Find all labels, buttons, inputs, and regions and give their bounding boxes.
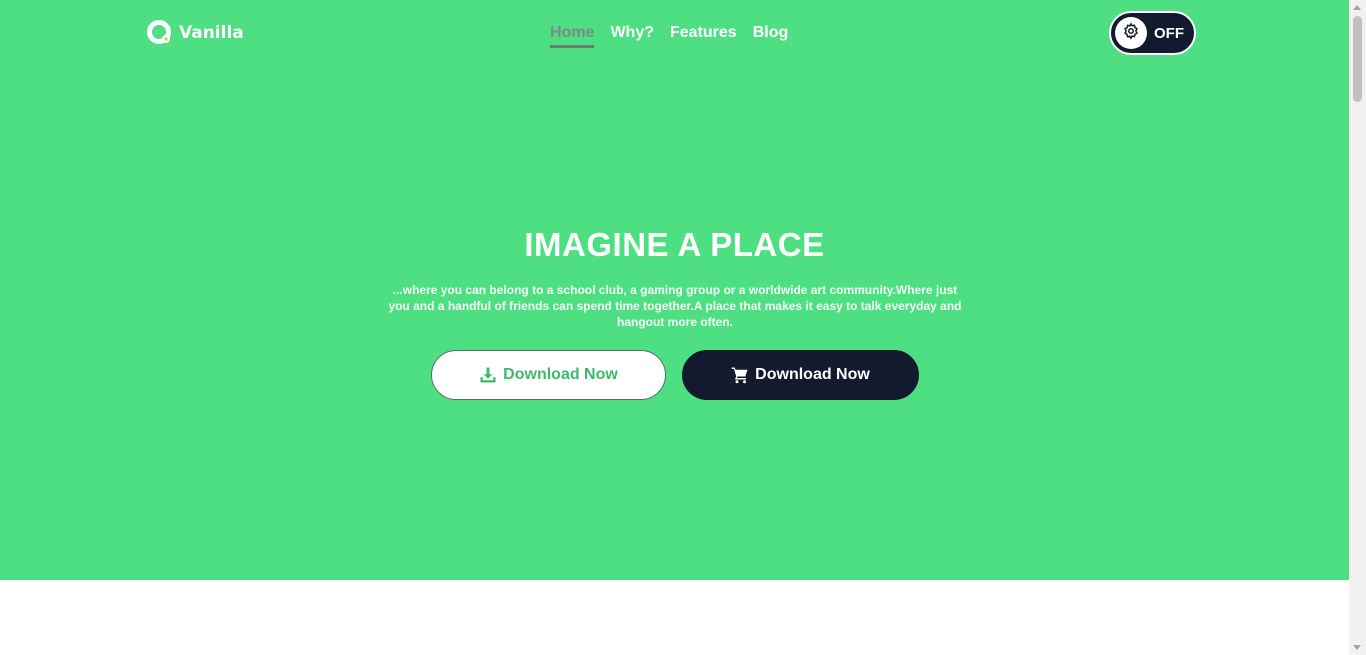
- scrollbar[interactable]: [1349, 0, 1366, 655]
- scroll-up-icon[interactable]: [1353, 5, 1361, 10]
- download-button-light[interactable]: Download Now: [431, 350, 666, 400]
- content-section: [0, 580, 1349, 655]
- brand-logo[interactable]: Vanilla: [147, 20, 244, 46]
- hero-description: ...where you can belong to a school club…: [388, 283, 962, 329]
- nav-item-features[interactable]: Features: [670, 22, 737, 48]
- nav-item-home[interactable]: Home: [550, 22, 595, 48]
- scroll-down-icon[interactable]: [1353, 645, 1361, 650]
- download-icon: [479, 366, 497, 384]
- gear-icon: [1122, 22, 1140, 44]
- cart-icon: [731, 366, 749, 384]
- toggle-knob: [1115, 17, 1147, 49]
- cart-button-label: Download Now: [755, 366, 870, 383]
- logo-icon: [147, 20, 173, 46]
- download-button-dark[interactable]: Download Now: [682, 350, 919, 400]
- nav-item-why[interactable]: Why?: [610, 22, 654, 48]
- theme-toggle[interactable]: OFF: [1109, 11, 1196, 55]
- scroll-thumb[interactable]: [1353, 16, 1362, 102]
- download-button-label: Download Now: [503, 366, 618, 383]
- nav-item-blog[interactable]: Blog: [753, 22, 789, 48]
- hero-title: IMAGINE A PLACE: [524, 226, 825, 263]
- toggle-label: OFF: [1154, 24, 1184, 42]
- main-nav: Home Why? Features Blog: [550, 22, 788, 48]
- brand-name: Vanilla: [179, 23, 244, 43]
